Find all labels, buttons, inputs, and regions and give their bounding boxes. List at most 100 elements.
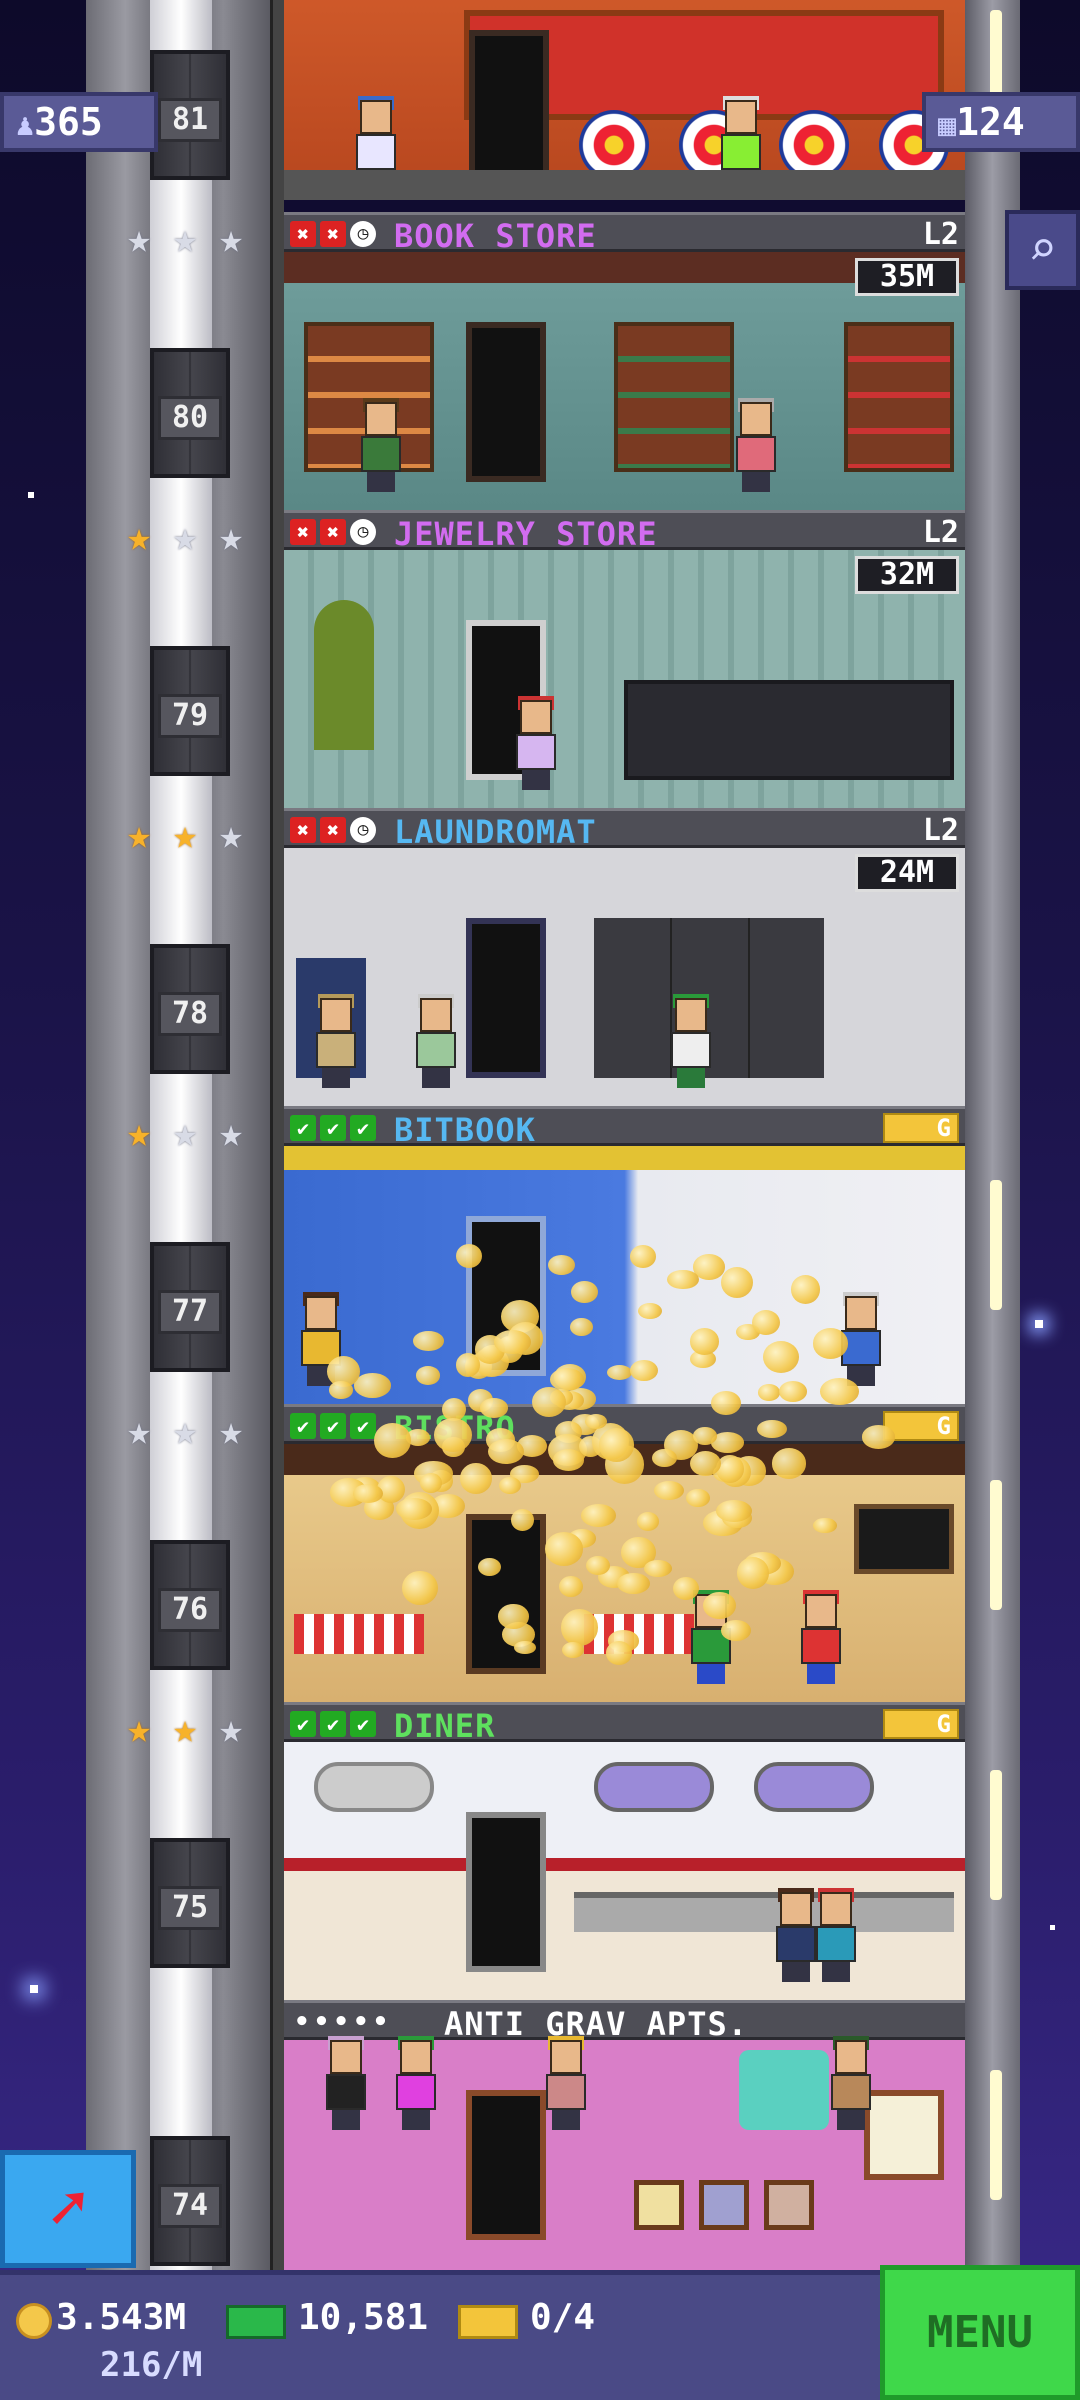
- bitizen[interactable]: [514, 696, 558, 790]
- bookshelf: [614, 322, 734, 472]
- bitizen[interactable]: [814, 1888, 858, 1982]
- coin-particle: [771, 1448, 807, 1479]
- coin-particle: [433, 1418, 472, 1452]
- rating-star-icon: ★: [126, 1408, 152, 1454]
- rating-star-icon: ★: [218, 812, 244, 858]
- bitizen[interactable]: [359, 398, 403, 492]
- collect-gold-badge[interactable]: G: [883, 1709, 959, 1739]
- bitizen[interactable]: [324, 2036, 368, 2130]
- coin-icon: [16, 2303, 52, 2339]
- population-icon: ♟: [16, 108, 35, 143]
- coin-particle: [638, 1303, 662, 1320]
- rating-star-icon: ★: [126, 812, 152, 858]
- rating-star-icon: ★: [172, 1110, 198, 1156]
- coin-particle: [552, 1449, 584, 1472]
- out-of-stock-icon: ✖: [290, 817, 316, 843]
- out-of-stock-icon: ✖: [320, 817, 346, 843]
- porthole-window: [594, 1762, 714, 1812]
- bitizen[interactable]: [799, 1590, 843, 1684]
- bitizen[interactable]: [314, 994, 358, 1088]
- star-rating: ★ ★ ★: [118, 218, 252, 260]
- clock-icon: ◷: [350, 519, 376, 545]
- stocked-check-icon: ✔: [350, 1711, 376, 1737]
- coin-particle: [813, 1518, 837, 1533]
- floor-bitbook[interactable]: ✔ ✔ ✔ BITBOOK G: [284, 1106, 965, 1404]
- floor-number: 79: [158, 694, 222, 738]
- floor-laundromat[interactable]: ✖ ✖ ◷ LAUNDROMAT L2 24M: [284, 808, 965, 1106]
- stock-status: ✔ ✔ ✔: [290, 1413, 376, 1439]
- rating-star-icon: ★: [126, 1110, 152, 1156]
- room-door[interactable]: [466, 322, 546, 482]
- floor-anti-grav-apts[interactable]: ••••• ANTI GRAV APTS.: [284, 2000, 965, 2270]
- build-floor-button[interactable]: ➚: [0, 2150, 136, 2268]
- star-rating: ★ ★ ★: [118, 814, 252, 856]
- rating-star-icon: ★: [126, 514, 152, 560]
- floor-number: 77: [158, 1290, 222, 1334]
- coin-particle: [751, 1309, 781, 1336]
- restock-price-badge[interactable]: 35M: [855, 258, 959, 296]
- menu-button[interactable]: MENU: [880, 2265, 1080, 2400]
- floor-number: 76: [158, 1588, 222, 1632]
- porthole-window: [754, 1762, 874, 1812]
- bux-icon: [226, 2305, 286, 2339]
- floor-book-store[interactable]: ✖ ✖ ◷ BOOK STORE L2 35M: [284, 212, 965, 510]
- room-door[interactable]: [466, 918, 546, 1078]
- coin-particle: [630, 1245, 656, 1269]
- room-door[interactable]: [469, 30, 549, 180]
- coin-particle: [736, 1556, 770, 1589]
- floor-diner[interactable]: ✔ ✔ ✔ DINER G: [284, 1702, 965, 2000]
- coin-particle: [651, 1449, 677, 1468]
- golden-ticket-icon: [458, 2305, 518, 2339]
- coin-particle: [607, 1364, 633, 1380]
- coin-rate: 216/M: [100, 2345, 203, 2385]
- floor-counter[interactable]: ▦124: [922, 92, 1080, 152]
- population-counter[interactable]: ♟365: [0, 92, 158, 152]
- bux-value: 10,581: [298, 2297, 429, 2338]
- rating-star-icon: ★: [126, 216, 152, 262]
- rating-star-icon: ★: [218, 216, 244, 262]
- bitizen[interactable]: [414, 994, 458, 1088]
- clock-icon: ◷: [350, 817, 376, 843]
- coin-particle: [487, 1439, 524, 1465]
- coin-particle: [402, 1570, 438, 1606]
- bitizen[interactable]: [394, 2036, 438, 2130]
- out-of-stock-icon: ✖: [320, 221, 346, 247]
- bitizen[interactable]: [774, 1888, 818, 1982]
- bitizen[interactable]: [829, 2036, 873, 2130]
- coin-particle: [692, 1427, 718, 1445]
- bitizen[interactable]: [544, 2036, 588, 2130]
- floor-header: ••••• ANTI GRAV APTS.: [284, 2000, 965, 2043]
- coin-particle: [561, 1641, 585, 1659]
- coin-particle: [644, 1559, 673, 1577]
- bitizen[interactable]: [734, 398, 778, 492]
- floor-name: DINER: [394, 1707, 496, 1745]
- floor-81[interactable]: [284, 0, 965, 200]
- rating-star-icon: ★: [218, 514, 244, 560]
- stocked-check-icon: ✔: [290, 1711, 316, 1737]
- restock-price-badge[interactable]: 24M: [855, 854, 959, 892]
- floor-jewelry-store[interactable]: ✖ ✖ ◷ JEWELRY STORE L2 32M: [284, 510, 965, 808]
- sofa: [739, 2050, 829, 2130]
- restock-price-badge[interactable]: 32M: [855, 556, 959, 594]
- bookshelf: [844, 322, 954, 472]
- magnifier-icon: ⌕: [1028, 221, 1057, 277]
- floor-name: BOOK STORE: [394, 217, 597, 255]
- dining-table: [294, 1614, 424, 1654]
- out-of-stock-icon: ✖: [290, 519, 316, 545]
- coin-particle: [570, 1317, 593, 1336]
- rating-star-icon: ★: [172, 216, 198, 262]
- room-door[interactable]: [466, 1812, 546, 1972]
- shaft-rail: [270, 0, 284, 2270]
- coin-particle: [791, 1275, 821, 1304]
- search-button[interactable]: ⌕: [1005, 210, 1080, 290]
- menu-chalkboard: [854, 1504, 954, 1574]
- jewelry-counter: [624, 680, 954, 780]
- rating-star-icon: ★: [172, 812, 198, 858]
- floor-slab: [284, 170, 965, 200]
- stocked-check-icon: ✔: [290, 1115, 316, 1141]
- coin-particle: [636, 1512, 660, 1531]
- collect-gold-badge[interactable]: G: [883, 1113, 959, 1143]
- stocked-check-icon: ✔: [350, 1413, 376, 1439]
- bitizen[interactable]: [669, 994, 713, 1088]
- room-door[interactable]: [466, 2090, 546, 2240]
